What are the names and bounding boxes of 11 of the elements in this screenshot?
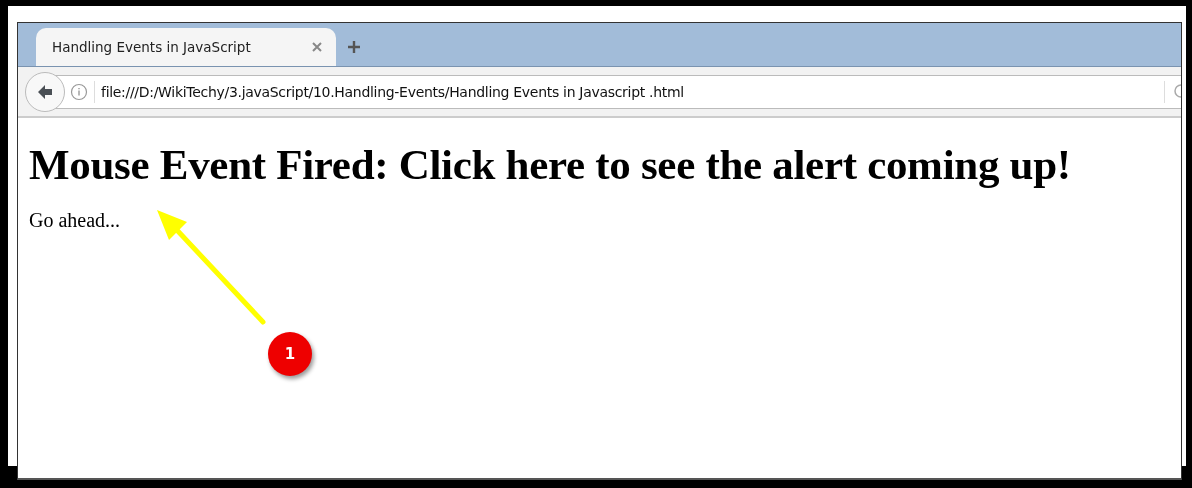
browser-tab[interactable]: Handling Events in JavaScript [36, 28, 336, 66]
page-heading: Mouse Event Fired: Click here to see the alert coming up! [29, 140, 1071, 189]
search-icon[interactable] [1171, 82, 1181, 101]
page-paragraph: Go ahead... [29, 209, 121, 232]
info-icon[interactable] [70, 82, 88, 101]
url-text: file:///D:/WikiTechy/3.javaScript/10.Handling-Events/Handling Events in Javascript .html [101, 83, 684, 100]
back-button[interactable] [25, 71, 65, 112]
close-icon[interactable] [312, 42, 322, 52]
address-field[interactable]: file:///D:/WikiTechy/3.javaScript/10.Handling-Events/Handling Events in Javascript .html [55, 74, 1181, 109]
annotation-badge: 1 [268, 332, 312, 376]
new-tab-icon[interactable] [346, 38, 362, 55]
